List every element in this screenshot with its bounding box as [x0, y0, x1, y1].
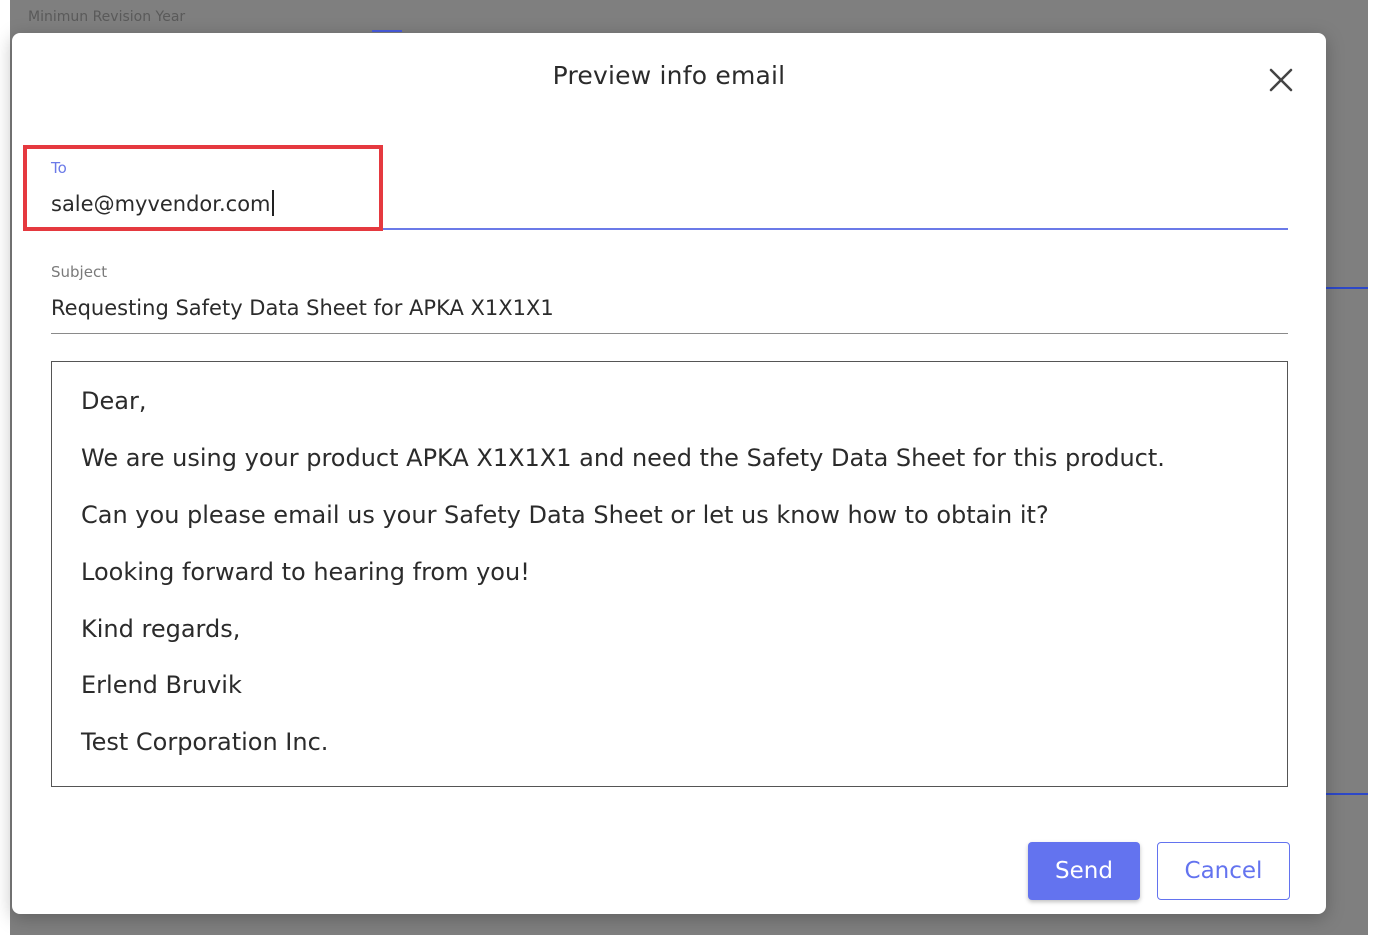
body-line-signature-name: Erlend Bruvik [81, 671, 242, 699]
close-button[interactable] [1266, 65, 1296, 95]
to-field-value: sale@myvendor.com [51, 192, 271, 216]
close-icon [1269, 68, 1293, 92]
subject-field-input[interactable]: Requesting Safety Data Sheet for APKA X1… [51, 296, 554, 320]
body-line-closing: Looking forward to hearing from you! [81, 558, 530, 586]
to-field-label: To [51, 159, 67, 177]
subject-field-label: Subject [51, 263, 108, 281]
body-line-greeting: Dear, [81, 387, 147, 415]
body-line-request: We are using your product APKA X1X1X1 an… [81, 444, 1165, 472]
body-line-regards: Kind regards, [81, 615, 241, 643]
subject-field-underline [51, 333, 1288, 334]
email-body-textarea[interactable]: Dear, We are using your product APKA X1X… [51, 361, 1288, 787]
text-caret [271, 190, 274, 216]
body-line-question: Can you please email us your Safety Data… [81, 501, 1049, 529]
body-line-signature-company: Test Corporation Inc. [81, 728, 329, 756]
to-field[interactable]: To sale@myvendor.com [51, 159, 1288, 231]
page-edge [0, 0, 10, 935]
dialog-title: Preview info email [552, 61, 786, 90]
to-field-input[interactable]: sale@myvendor.com [51, 190, 274, 216]
cancel-button[interactable]: Cancel [1157, 842, 1290, 900]
background-field-label: Minimun Revision Year [28, 9, 186, 25]
preview-email-dialog: Preview info email To sale@myvendor.com … [12, 33, 1326, 914]
background-divider [1326, 793, 1368, 795]
send-button[interactable]: Send [1028, 842, 1140, 900]
background-field-underline [372, 30, 402, 32]
to-field-underline [51, 228, 1288, 230]
subject-field[interactable]: Subject Requesting Safety Data Sheet for… [51, 263, 1288, 335]
background-divider [1326, 287, 1368, 289]
